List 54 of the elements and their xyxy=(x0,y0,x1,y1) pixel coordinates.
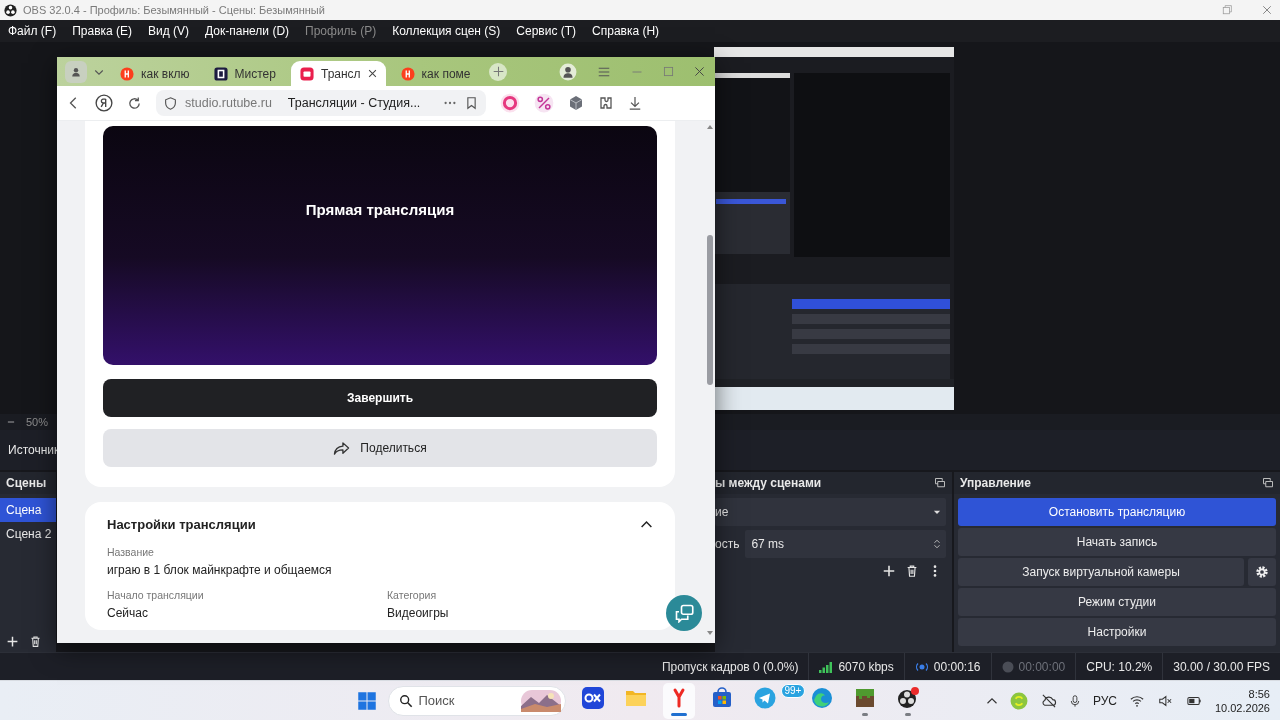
scene-item[interactable]: Сцена xyxy=(0,498,56,522)
duration-field[interactable]: 67 ms xyxy=(745,530,946,558)
share-button[interactable]: Поделиться xyxy=(103,429,657,467)
field-label: ость xyxy=(715,537,740,551)
dock-title: Управление xyxy=(960,476,1031,490)
status-text: 30.00 / 30.00 FPS xyxy=(1173,659,1270,674)
control-button[interactable]: Настройки xyxy=(958,618,1276,646)
scene-item[interactable]: Сцена 2 xyxy=(0,522,56,546)
menu-item[interactable]: Правка (E) xyxy=(64,24,141,38)
field-label: Название xyxy=(107,546,155,558)
clock-date[interactable]: 10.02.2026 xyxy=(1214,700,1270,715)
field-value: Сейчас xyxy=(107,606,149,620)
clock-time[interactable]: 8:56 xyxy=(1248,686,1270,701)
control-button[interactable]: Режим студии xyxy=(958,588,1276,616)
field-value: играю в 1 блок майнкрафте и общаемся xyxy=(107,563,333,577)
menu-item[interactable]: Коллекция сцен (S) xyxy=(384,24,509,38)
control-button[interactable]: Остановить трансляцию xyxy=(958,498,1276,526)
dock-title: ы между сценами xyxy=(715,476,822,490)
window-title: OBS 32.0.4 - Профиль: Безымянный - Сцены: Безымянный xyxy=(23,4,325,16)
notification-badge: 99+ xyxy=(780,683,806,698)
field-label: Начало трансляции xyxy=(107,589,205,601)
status-text: 00:00:16 xyxy=(933,659,981,674)
language-indicator[interactable]: РУС xyxy=(1092,693,1117,708)
status-text: 00:00:00 xyxy=(1018,659,1066,674)
dropdown-value: ие xyxy=(715,505,729,519)
menu-item[interactable]: Файл (F) xyxy=(0,24,65,38)
menu-item[interactable]: Справка (H) xyxy=(584,24,668,38)
status-text: 6070 kbps xyxy=(838,659,894,674)
page-title: Трансляции - Студия... xyxy=(287,96,421,110)
field-value: Видеоигры xyxy=(387,606,450,620)
menu-item[interactable]: Док-панели (D) xyxy=(197,24,298,38)
browser-tab[interactable]: Мистер xyxy=(204,61,285,86)
search-input[interactable]: Поиск xyxy=(418,693,515,708)
status-text: CPU: 10.2% xyxy=(1086,659,1153,674)
section-title: Настройки трансляции xyxy=(107,517,256,532)
transition-dropdown[interactable]: ие xyxy=(715,498,946,526)
finish-button[interactable]: Завершить xyxy=(103,379,657,417)
browser-tab[interactable]: как вклю xyxy=(111,61,199,86)
player-caption: Прямая трансляция xyxy=(305,201,455,218)
dock-title: Сцены xyxy=(6,476,47,490)
status-text: Пропуск кадров 0 (0.0%) xyxy=(661,659,799,674)
control-button[interactable]: Начать запись xyxy=(958,528,1276,556)
browser-tab[interactable]: как поме xyxy=(391,61,480,86)
menu-item[interactable]: Сервис (T) xyxy=(508,24,585,38)
field-value: 67 ms xyxy=(751,537,785,551)
url-text: studio.rutube.ru xyxy=(185,96,272,110)
search-bar[interactable]: Поиск xyxy=(387,685,566,716)
dock-title: Источник xyxy=(8,443,60,457)
field-label: Категория xyxy=(387,589,438,601)
zoom-level: 50% xyxy=(26,416,49,428)
menu-item[interactable]: Вид (V) xyxy=(140,24,198,38)
address-field[interactable]: studio.rutube.ru Трансляции - Студия... xyxy=(156,90,486,116)
control-button[interactable]: Запуск виртуальной камеры xyxy=(958,558,1244,586)
browser-tab[interactable]: Трансл xyxy=(290,61,386,86)
